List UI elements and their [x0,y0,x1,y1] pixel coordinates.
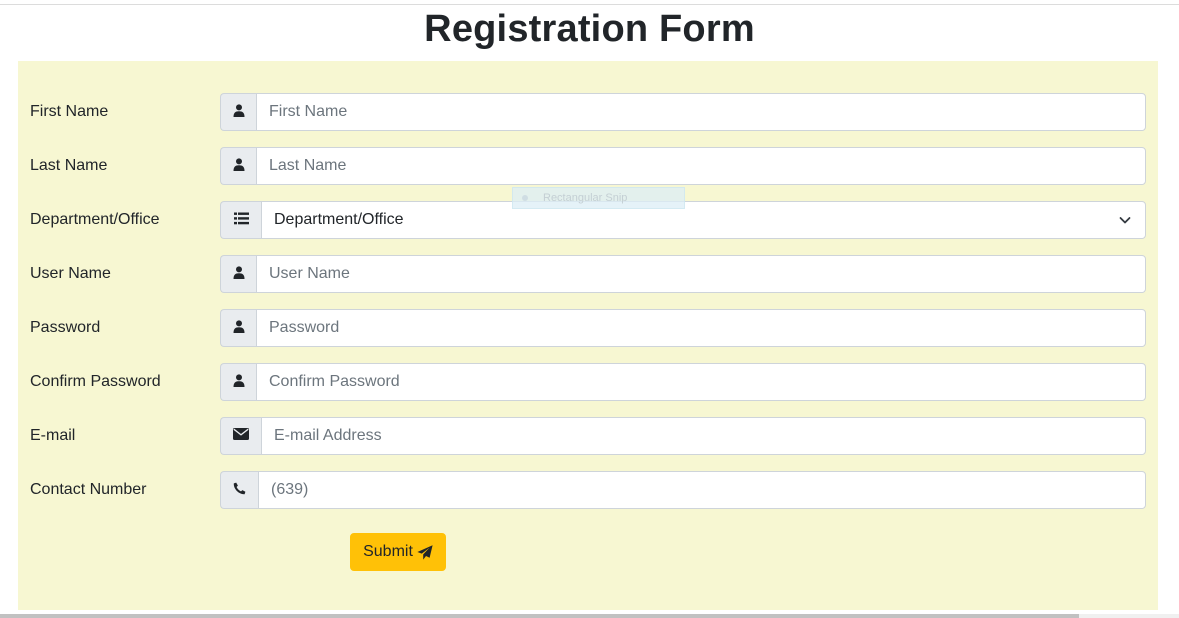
form-row-password: Password [18,309,1158,347]
department-selected-value: Department/Office [274,211,404,228]
snip-tooltip: Rectangular Snip [512,187,685,209]
chevron-down-icon [1119,217,1131,224]
paper-plane-icon [417,544,433,560]
form-row-last-name: Last Name [18,147,1158,185]
first-name-input[interactable] [256,93,1146,131]
user-icon [220,93,256,131]
email-label: E-mail [30,427,76,444]
password-group [220,309,1146,347]
envelope-icon [220,417,261,455]
last-name-label: Last Name [30,157,108,174]
user-icon [220,309,256,347]
contact-input[interactable] [258,471,1146,509]
phone-icon [220,471,258,509]
first-name-group [220,93,1146,131]
email-group [220,417,1146,455]
page-title: Registration Form [424,8,755,50]
user-icon [220,255,256,293]
password-input[interactable] [256,309,1146,347]
contact-group [220,471,1146,509]
contact-label: Contact Number [30,481,147,498]
first-name-label: First Name [30,103,109,120]
form-row-contact: Contact Number [18,471,1158,509]
form-row-username: User Name [18,255,1158,293]
top-divider [0,4,1179,5]
user-icon [220,363,256,401]
user-icon [220,147,256,185]
username-input[interactable] [256,255,1146,293]
submit-button[interactable]: Submit [350,533,446,571]
email-input[interactable] [261,417,1146,455]
username-group [220,255,1146,293]
registration-form: First Name Last Name Department/Office D… [18,61,1158,610]
list-icon [220,201,261,239]
snip-text: Rectangular Snip [543,192,628,204]
form-row-email: E-mail [18,417,1158,455]
snip-dot-icon [522,195,528,201]
password-label: Password [30,319,101,336]
department-label: Department/Office [30,211,160,228]
department-select[interactable]: Department/Office [261,201,1146,239]
form-row-confirm-password: Confirm Password [18,363,1158,401]
horizontal-scrollbar-thumb[interactable] [0,614,1079,618]
confirm-password-group [220,363,1146,401]
last-name-group [220,147,1146,185]
confirm-password-label: Confirm Password [30,373,161,390]
last-name-input[interactable] [256,147,1146,185]
username-label: User Name [30,265,111,282]
submit-label: Submit [363,543,413,560]
form-row-first-name: First Name [18,93,1158,131]
confirm-password-input[interactable] [256,363,1146,401]
